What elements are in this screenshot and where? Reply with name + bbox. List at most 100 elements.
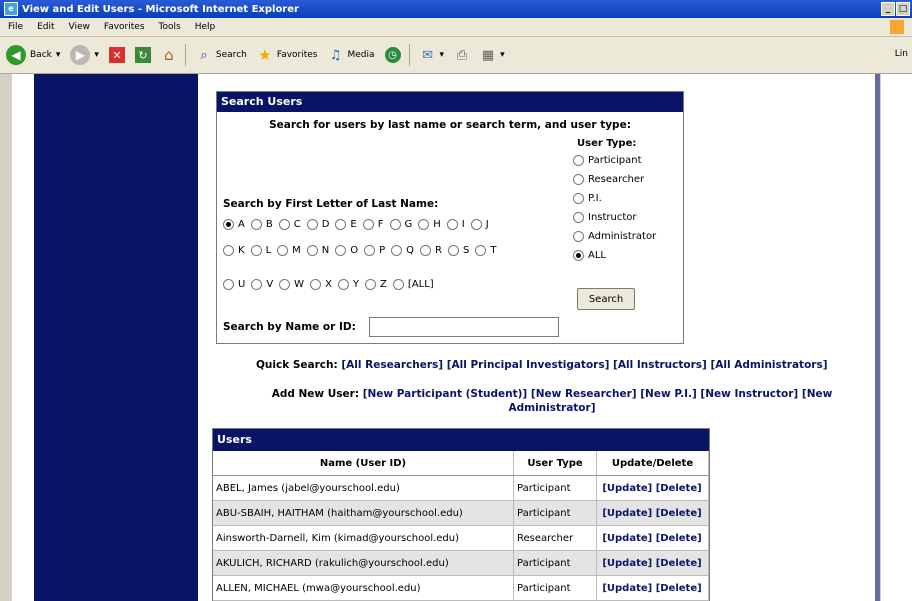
letter-option[interactable]: C — [278, 218, 301, 230]
radio-button[interactable] — [392, 278, 404, 290]
menu-file[interactable]: File — [8, 22, 23, 32]
edit-button[interactable]: ▦ ▾ — [480, 47, 505, 63]
letter-option[interactable]: Z — [365, 278, 387, 290]
letter-option[interactable]: U — [223, 278, 245, 290]
radio-button[interactable] — [418, 218, 430, 230]
radio-button[interactable] — [277, 244, 289, 256]
mail-button[interactable]: ✉ ▾ — [420, 47, 444, 63]
letter-option[interactable]: M — [277, 244, 301, 256]
letter-option[interactable]: X — [310, 278, 332, 290]
letter-option[interactable]: [ALL] — [392, 278, 434, 290]
delete-link[interactable]: [Delete] — [656, 533, 702, 544]
search-submit-button[interactable]: Search — [577, 288, 635, 310]
radio-button[interactable] — [391, 244, 403, 256]
letter-option[interactable]: Q — [391, 244, 414, 256]
update-link[interactable]: [Update] — [602, 558, 652, 569]
letter-option[interactable]: W — [279, 278, 304, 290]
radio-button-selected[interactable] — [223, 218, 234, 230]
user-type-option[interactable]: Administrator — [573, 227, 681, 246]
link-new-instructor[interactable]: [New Instructor] — [700, 388, 798, 400]
link-all-researchers[interactable]: [All Researchers] — [341, 359, 443, 371]
letter-option[interactable]: G — [389, 218, 412, 230]
letter-option[interactable]: I — [446, 218, 465, 230]
radio-button[interactable] — [475, 244, 487, 256]
radio-button[interactable] — [420, 244, 432, 256]
letter-option[interactable]: E — [335, 218, 357, 230]
delete-link[interactable]: [Delete] — [656, 558, 702, 569]
radio-button[interactable] — [389, 218, 401, 230]
radio-button[interactable] — [310, 278, 322, 290]
radio-button[interactable] — [337, 278, 349, 290]
update-link[interactable]: [Update] — [602, 533, 652, 544]
radio-button[interactable] — [365, 278, 377, 290]
radio-button[interactable] — [446, 218, 458, 230]
letter-option[interactable]: J — [470, 218, 489, 230]
letter-option[interactable]: T — [475, 244, 496, 256]
menu-help[interactable]: Help — [195, 22, 216, 32]
radio-button[interactable] — [470, 218, 482, 230]
letter-option[interactable]: P — [364, 244, 385, 256]
link-new-participant[interactable]: [New Participant (Student)] — [363, 388, 528, 400]
radio-button[interactable] — [306, 218, 318, 230]
minimize-icon[interactable]: _ — [881, 2, 895, 16]
letter-option[interactable]: L — [250, 244, 271, 256]
name-search-input[interactable] — [369, 317, 559, 337]
forward-button[interactable]: ▶ ▾ — [70, 45, 99, 65]
letter-option[interactable]: H — [418, 218, 441, 230]
search-button[interactable]: ⌕ Search — [196, 47, 247, 63]
radio-button[interactable] — [279, 278, 291, 290]
radio-button[interactable] — [278, 218, 290, 230]
update-link[interactable]: [Update] — [602, 483, 652, 494]
radio-button[interactable] — [251, 278, 263, 290]
radio-button[interactable] — [573, 174, 584, 185]
refresh-button[interactable]: ↻ — [134, 47, 151, 63]
radio-button[interactable] — [362, 218, 374, 230]
links-label[interactable]: Lin — [895, 49, 908, 59]
radio-button[interactable] — [306, 244, 318, 256]
radio-button[interactable] — [250, 218, 262, 230]
user-type-option[interactable]: Researcher — [573, 170, 681, 189]
link-new-pi[interactable]: [New P.I.] — [640, 388, 697, 400]
user-type-option[interactable]: ALL — [573, 246, 681, 265]
user-type-option[interactable]: Instructor — [573, 208, 681, 227]
letter-option[interactable]: V — [251, 278, 273, 290]
menu-edit[interactable]: Edit — [37, 22, 54, 32]
link-all-principal-investigators[interactable]: [All Principal Investigators] — [447, 359, 610, 371]
letter-option[interactable]: R — [420, 244, 442, 256]
media-button[interactable]: ♫ Media — [328, 47, 375, 63]
link-new-researcher[interactable]: [New Researcher] — [531, 388, 637, 400]
letter-option[interactable]: K — [223, 244, 245, 256]
letter-option[interactable]: O — [335, 244, 358, 256]
user-type-option[interactable]: Participant — [573, 151, 681, 170]
back-button[interactable]: ◀ Back ▾ — [6, 45, 60, 65]
radio-button[interactable] — [335, 244, 347, 256]
radio-button[interactable] — [448, 244, 459, 256]
radio-button[interactable] — [250, 244, 262, 256]
radio-button-selected[interactable] — [573, 250, 584, 261]
radio-button[interactable] — [223, 278, 234, 290]
letter-option[interactable]: F — [362, 218, 384, 230]
letter-option[interactable]: N — [306, 244, 329, 256]
favorites-button[interactable]: ★ Favorites — [257, 46, 317, 64]
home-button[interactable]: ⌂ — [161, 46, 177, 64]
delete-link[interactable]: [Delete] — [656, 483, 702, 494]
link-all-administrators[interactable]: [All Administrators] — [710, 359, 827, 371]
letter-option[interactable]: D — [306, 218, 329, 230]
stop-button[interactable]: ✕ — [108, 47, 125, 63]
radio-button[interactable] — [573, 155, 584, 166]
radio-button[interactable] — [573, 212, 584, 223]
radio-button[interactable] — [223, 244, 234, 256]
letter-option[interactable]: S — [448, 244, 469, 256]
letter-option[interactable]: B — [250, 218, 273, 230]
history-button[interactable]: ◷ — [384, 47, 401, 63]
menu-view[interactable]: View — [69, 22, 90, 32]
delete-link[interactable]: [Delete] — [656, 508, 702, 519]
menu-tools[interactable]: Tools — [159, 22, 181, 32]
update-link[interactable]: [Update] — [602, 508, 652, 519]
radio-button[interactable] — [573, 193, 584, 204]
link-all-instructors[interactable]: [All Instructors] — [613, 359, 707, 371]
radio-button[interactable] — [335, 218, 347, 230]
radio-button[interactable] — [573, 231, 584, 242]
letter-option[interactable]: Y — [337, 278, 359, 290]
menu-favorites[interactable]: Favorites — [104, 22, 145, 32]
